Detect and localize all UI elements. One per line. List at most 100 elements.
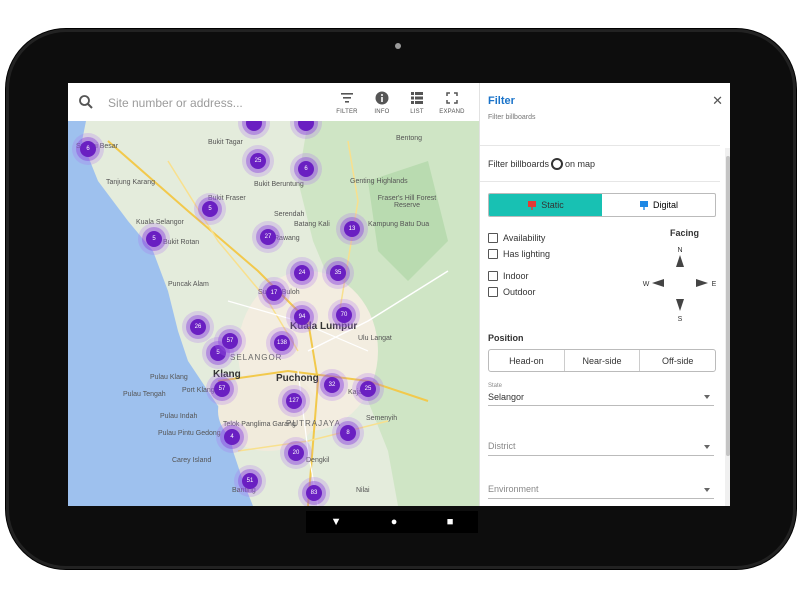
place-label: Bentong — [396, 135, 423, 142]
district-select[interactable]: District — [488, 441, 714, 456]
type-static-button[interactable]: Static — [489, 194, 602, 216]
compass-e: E — [712, 281, 717, 288]
camera-icon — [395, 43, 401, 49]
checkbox-label: Availability — [503, 233, 546, 243]
divider — [480, 145, 720, 146]
type-digital-button[interactable]: Digital — [602, 194, 715, 216]
position-toggle: Head-on Near-side Off-side — [488, 349, 716, 372]
panel-scrollbar[interactable] — [725, 148, 730, 506]
cluster-marker[interactable]: 20 — [288, 445, 304, 461]
place-label: Semenyih — [366, 415, 398, 422]
cluster-marker[interactable]: 32 — [324, 377, 340, 393]
type-digital-label: Digital — [652, 200, 678, 210]
filter-on-map-suffix: on map — [565, 159, 596, 169]
map-view[interactable]: Sungai Besar Bukit Tagar Bentong Tanjung… — [68, 121, 479, 506]
has-lighting-checkbox[interactable]: Has lighting — [488, 249, 550, 259]
cluster-marker[interactable]: 5 — [202, 201, 218, 217]
cluster-marker[interactable]: 94 — [294, 309, 310, 325]
list-button[interactable]: LIST — [399, 89, 435, 115]
cluster-marker[interactable]: 27 — [260, 229, 276, 245]
map-toolbar: FILTER INFO LIST EXPAND — [68, 83, 479, 122]
position-off-side-button[interactable]: Off-side — [640, 350, 715, 371]
dropdown-arrow-icon — [704, 395, 710, 399]
cluster-marker[interactable]: 70 — [336, 307, 352, 323]
checkbox-box[interactable] — [488, 271, 498, 281]
toggle-circle-icon[interactable] — [551, 158, 564, 170]
cluster-marker[interactable]: 6 — [80, 141, 96, 157]
place-label: Puncak Alam — [168, 281, 209, 288]
search-icon[interactable] — [78, 94, 94, 110]
checkbox-box[interactable] — [488, 287, 498, 297]
filter-on-map-prefix: Filter billboards — [488, 159, 550, 169]
digital-billboard-icon — [639, 201, 648, 210]
billboard-type-toggle: Static Digital — [488, 193, 716, 217]
cluster-marker[interactable]: 25 — [360, 381, 376, 397]
cluster-marker[interactable]: 51 — [242, 473, 258, 489]
cluster-marker[interactable]: 6 — [298, 161, 314, 177]
position-near-side-button[interactable]: Near-side — [565, 350, 641, 371]
cluster-marker[interactable]: 8 — [340, 425, 356, 441]
state-select[interactable]: State Selangor — [488, 383, 714, 406]
scrollbar-thumb[interactable] — [726, 156, 730, 456]
close-button[interactable]: ✕ — [712, 93, 723, 109]
cluster-marker[interactable]: 26 — [190, 319, 206, 335]
cluster-marker[interactable]: 4 — [224, 429, 240, 445]
info-button[interactable]: INFO — [364, 89, 400, 115]
checkbox-box[interactable] — [488, 249, 498, 259]
cluster-marker[interactable]: 35 — [330, 265, 346, 281]
home-icon[interactable]: ● — [391, 511, 398, 533]
cluster-marker[interactable]: 17 — [266, 285, 282, 301]
indoor-checkbox[interactable]: Indoor — [488, 271, 529, 281]
checkbox-label: Outdoor — [503, 287, 536, 297]
static-billboard-icon — [528, 201, 537, 210]
environment-select-placeholder: Environment — [488, 484, 539, 494]
filter-on-map-toggle[interactable]: Filter billboards on map — [488, 158, 595, 170]
availability-checkbox[interactable]: Availability — [488, 233, 545, 243]
cluster-marker[interactable]: 138 — [274, 335, 290, 351]
filter-button[interactable]: FILTER — [329, 89, 365, 115]
place-label: Rawang — [274, 235, 300, 242]
facing-title: Facing — [670, 228, 700, 238]
cluster-marker[interactable]: 127 — [286, 393, 302, 409]
cluster-marker[interactable]: 25 — [250, 153, 266, 169]
position-head-on-button[interactable]: Head-on — [489, 350, 565, 371]
panel-title: Filter — [488, 95, 515, 107]
app-screen: FILTER INFO LIST EXPAND — [68, 83, 730, 506]
dropdown-arrow-icon — [704, 445, 710, 449]
expand-label: EXPAND — [439, 109, 465, 115]
android-nav-bar: ▼ ● ■ — [306, 511, 478, 533]
place-label: Fraser's Hill Forest Reserve — [377, 195, 437, 209]
place-label: Bukit Rotan — [163, 239, 200, 246]
compass-icon[interactable]: N S W E — [640, 243, 720, 323]
type-static-label: Static — [541, 200, 564, 210]
place-label: Puchong — [276, 373, 319, 384]
checkbox-box[interactable] — [488, 233, 498, 243]
place-label: Bukit Tagar — [208, 139, 243, 146]
cluster-marker[interactable]: 83 — [306, 485, 322, 501]
list-label: LIST — [410, 109, 424, 115]
environment-select[interactable]: Environment — [488, 484, 714, 499]
place-label: Carey Island — [172, 457, 212, 464]
expand-button[interactable]: EXPAND — [434, 89, 470, 115]
recents-icon[interactable]: ■ — [447, 511, 454, 533]
checkbox-label: Has lighting — [503, 249, 551, 259]
cluster-marker[interactable]: 24 — [294, 265, 310, 281]
compass-n: N — [677, 247, 682, 254]
place-label: Batang Kali — [294, 221, 330, 228]
checkbox-label: Indoor — [503, 271, 529, 281]
cluster-marker[interactable]: 5 — [146, 231, 162, 247]
cluster-marker[interactable]: 57 — [222, 333, 238, 349]
place-label: Pulau Tengah — [123, 391, 166, 398]
cluster-marker[interactable]: 57 — [214, 381, 230, 397]
outdoor-checkbox[interactable]: Outdoor — [488, 287, 536, 297]
filter-icon — [341, 93, 353, 103]
place-label: Pulau Pintu Gedong — [158, 430, 221, 437]
search-input[interactable] — [106, 92, 330, 114]
place-label: Dengkil — [306, 457, 330, 464]
back-icon[interactable]: ▼ — [331, 511, 342, 533]
cluster-marker[interactable]: 5 — [210, 345, 226, 361]
cluster-marker[interactable]: 13 — [344, 221, 360, 237]
place-label: Pulau Klang — [150, 374, 188, 381]
place-label: Pulau Indah — [160, 413, 198, 420]
place-label: Genting Highlands — [350, 178, 408, 185]
